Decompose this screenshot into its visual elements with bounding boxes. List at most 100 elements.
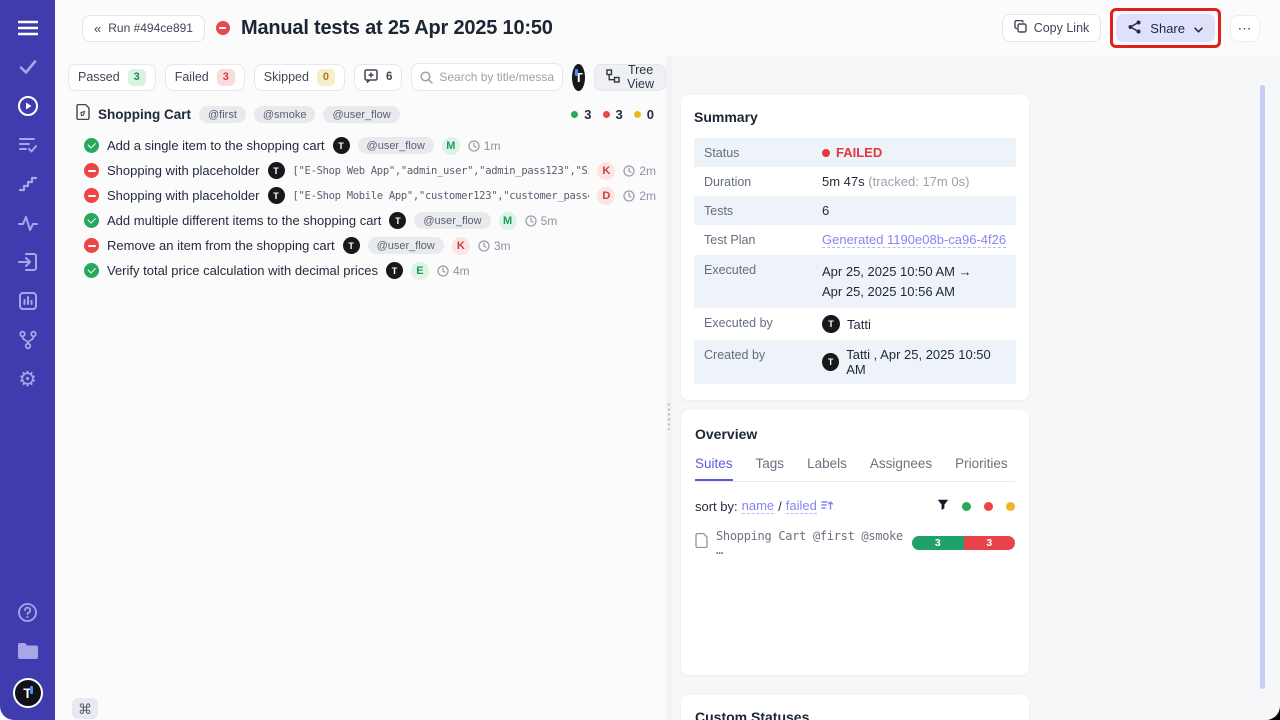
summary-row-tests: Tests 6 <box>694 196 1016 225</box>
test-row[interactable]: Shopping with placeholder T ["E-Shop Web… <box>84 158 656 183</box>
passed-count-badge: 3 <box>128 69 146 86</box>
steps-icon[interactable] <box>16 172 40 196</box>
test-tag[interactable]: @user_flow <box>358 137 434 154</box>
back-to-run-button[interactable]: « Run #494ce891 <box>82 15 205 42</box>
comment-plus-icon <box>364 69 378 86</box>
duration-label: Duration <box>704 174 822 189</box>
tree-view-button[interactable]: Tree View <box>594 64 666 91</box>
settings-gear-icon[interactable]: ⚙ <box>16 367 40 391</box>
double-chevron-left-icon: « <box>94 21 101 36</box>
test-rows: Add a single item to the shopping cart T… <box>76 133 656 283</box>
menu-icon[interactable] <box>16 16 40 40</box>
test-title: Verify total price calculation with deci… <box>107 263 378 278</box>
test-duration: 4m <box>453 264 470 278</box>
test-row[interactable]: Shopping with placeholder T ["E-Shop Mob… <box>84 183 656 208</box>
share-button[interactable]: Share <box>1116 14 1215 42</box>
overview-suite-name: Shopping Cart @first @smoke … <box>716 529 904 557</box>
skipped-filter-dot[interactable] <box>1006 502 1015 511</box>
assignee-avatar: T <box>268 162 285 179</box>
panel-resizer[interactable] <box>666 56 672 720</box>
passed-check-icon <box>84 263 99 278</box>
sort-direction-icon[interactable] <box>821 499 833 514</box>
share-caret-icon[interactable] <box>1194 21 1203 36</box>
test-row[interactable]: Add multiple different items to the shop… <box>84 208 656 233</box>
filter-funnel-icon[interactable] <box>937 499 949 514</box>
suite-skipped-count: 0 <box>647 107 654 122</box>
test-row[interactable]: Remove an item from the shopping cart T … <box>84 233 656 258</box>
sort-name-link[interactable]: name <box>742 498 775 514</box>
passed-filter-dot[interactable] <box>962 502 971 511</box>
clock-icon <box>623 190 635 202</box>
test-tag[interactable]: @user_flow <box>414 212 490 229</box>
duration-value: 5m 47s <box>822 174 865 189</box>
suite-file-icon <box>76 104 90 125</box>
skipped-filter-chip[interactable]: Skipped 0 <box>254 64 345 91</box>
custom-statuses-card: Custom Statuses sort by: name / failed <box>681 695 1029 720</box>
run-failed-status-icon <box>216 21 230 35</box>
test-duration: 5m <box>541 214 558 228</box>
content-split: Passed 3 Failed 3 Skipped 0 6 <box>55 56 1280 720</box>
pulse-icon[interactable] <box>16 211 40 235</box>
test-example-data: ["E-Shop Mobile App","customer123","cust… <box>293 190 590 202</box>
more-options-button[interactable]: ⋯ <box>1230 15 1260 42</box>
overview-suite-row[interactable]: Shopping Cart @first @smoke … 3 3 <box>695 529 1015 557</box>
passed-check-icon <box>84 138 99 153</box>
runs-play-icon[interactable] <box>16 94 40 118</box>
passed-filter-chip[interactable]: Passed 3 <box>68 64 156 91</box>
vertical-scrollbar[interactable] <box>1260 85 1265 689</box>
comments-count: 6 <box>386 71 392 83</box>
comments-filter-chip[interactable]: 6 <box>354 64 402 91</box>
test-row[interactable]: Add a single item to the shopping cart T… <box>84 133 656 158</box>
test-title: Add a single item to the shopping cart <box>107 138 325 153</box>
analytics-icon[interactable] <box>16 289 40 313</box>
test-duration: 2m <box>639 189 656 203</box>
failed-minus-icon <box>84 163 99 178</box>
tests-label: Tests <box>704 203 822 218</box>
suite-passed-count: 3 <box>584 107 591 122</box>
test-list-pane: Passed 3 Failed 3 Skipped 0 6 <box>55 56 666 720</box>
keyboard-shortcuts-button[interactable]: ⌘ <box>72 698 98 719</box>
failed-filter-dot[interactable] <box>984 502 993 511</box>
skipped-dot <box>634 111 641 118</box>
tab-suites[interactable]: Suites <box>695 456 733 481</box>
custom-status-badge: M <box>442 137 460 155</box>
passed-dot <box>571 111 578 118</box>
share-icon <box>1128 20 1141 37</box>
suite-counts: 3 3 0 <box>571 107 656 122</box>
copy-link-button[interactable]: Copy Link <box>1002 14 1102 42</box>
tab-tags[interactable]: Tags <box>756 456 785 481</box>
window-corner <box>1264 704 1280 720</box>
suite-failed-count: 3 <box>616 107 623 122</box>
test-tag[interactable]: @user_flow <box>368 237 444 254</box>
run-lists-icon[interactable] <box>16 133 40 157</box>
sort-failed-link[interactable]: failed <box>786 498 817 514</box>
assignee-avatar: T <box>268 187 285 204</box>
test-row[interactable]: Verify total price calculation with deci… <box>84 258 656 283</box>
suite-tag[interactable]: @smoke <box>254 106 316 123</box>
clock-icon <box>468 140 480 152</box>
tab-priorities[interactable]: Priorities <box>955 456 1008 481</box>
suite-tag[interactable]: @user_flow <box>323 106 399 123</box>
custom-status-badge: K <box>597 162 615 180</box>
test-plan-link[interactable]: Generated 1190e08b-ca96-4f26-b10f-d6dc… <box>822 232 1006 248</box>
sort-separator: / <box>778 499 782 514</box>
assignee-filter-avatar[interactable]: T <box>572 64 585 91</box>
tab-labels[interactable]: Labels <box>807 456 847 481</box>
failed-minus-icon <box>84 238 99 253</box>
branches-icon[interactable] <box>16 328 40 352</box>
summary-pane: Summary Status FAILED Duration 5m 47s (t… <box>672 56 1280 720</box>
failed-minus-icon <box>84 188 99 203</box>
test-title: Add multiple different items to the shop… <box>107 213 381 228</box>
tests-check-icon[interactable] <box>16 55 40 79</box>
suite-tag[interactable]: @first <box>199 106 246 123</box>
suite-header[interactable]: Shopping Cart @first @smoke @user_flow 3… <box>76 104 656 125</box>
help-icon[interactable] <box>16 600 40 624</box>
failed-filter-chip[interactable]: Failed 3 <box>165 64 245 91</box>
overview-tabs: Suites Tags Labels Assignees Priorities <box>695 456 1015 482</box>
imports-icon[interactable] <box>16 250 40 274</box>
projects-folder-icon[interactable] <box>16 639 40 663</box>
user-avatar[interactable]: T <box>13 678 43 708</box>
search-input[interactable] <box>411 63 563 91</box>
tab-assignees[interactable]: Assignees <box>870 456 932 481</box>
created-by-value: Tatti , Apr 25, 2025 10:50 AM <box>846 347 1006 377</box>
